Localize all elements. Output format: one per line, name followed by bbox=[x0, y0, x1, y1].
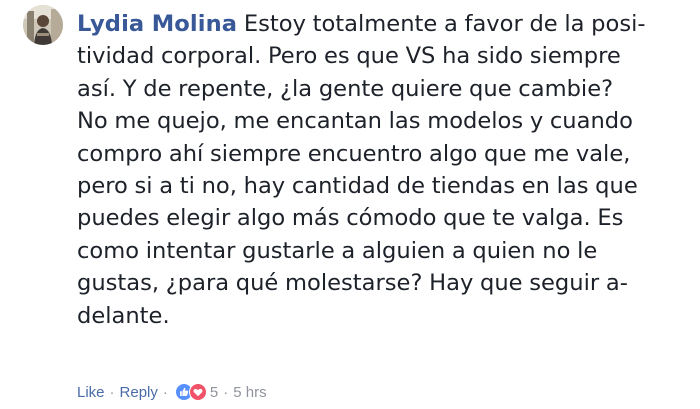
comment: Lydia Molina Estoy totalmente a favor de… bbox=[0, 0, 700, 409]
comment-line: compro ahí siempre encuentro algo que me… bbox=[77, 140, 631, 167]
separator: · bbox=[162, 383, 168, 401]
comment-line: pero si a ti no, hay cantidad de tiendas… bbox=[77, 173, 638, 200]
comment-text: Estoy totalmente a favor de la posi- bbox=[243, 11, 646, 37]
comment-line: así. Y de repente, ¿la gente quiere que … bbox=[77, 75, 614, 102]
author-name[interactable]: Lydia Molina bbox=[77, 11, 237, 37]
timestamp[interactable]: 5 hrs bbox=[233, 384, 266, 401]
reply-button[interactable]: Reply bbox=[120, 384, 158, 401]
separator: · bbox=[109, 383, 115, 401]
comment-body: Lydia Molina Estoy totalmente a favor de… bbox=[77, 8, 683, 332]
comment-line: No me quejo, me encantan las modelos y c… bbox=[77, 108, 633, 135]
avatar-image bbox=[23, 5, 63, 45]
avatar[interactable] bbox=[23, 5, 63, 45]
comment-line: puedes elegir algo más cómodo que te val… bbox=[77, 205, 624, 232]
comment-line: gustas, ¿para qué molestarse? Hay que se… bbox=[77, 270, 628, 297]
separator: · bbox=[223, 383, 229, 401]
reaction-count: 5 bbox=[209, 383, 219, 401]
comment-line: delante. bbox=[77, 302, 170, 329]
comment-line: Lydia Molina Estoy totalmente a favor de… bbox=[77, 8, 683, 40]
like-button[interactable]: Like bbox=[77, 384, 105, 401]
comment-actions: Like · Reply · 5 · 5 hrs bbox=[77, 382, 267, 402]
comment-line: como intentar gustarle a alguien a quien… bbox=[77, 237, 598, 264]
love-icon bbox=[188, 383, 207, 401]
reactions-summary[interactable]: 5 bbox=[174, 383, 219, 401]
comment-line: tividad corporal. Pero es que VS ha sido… bbox=[77, 43, 621, 70]
